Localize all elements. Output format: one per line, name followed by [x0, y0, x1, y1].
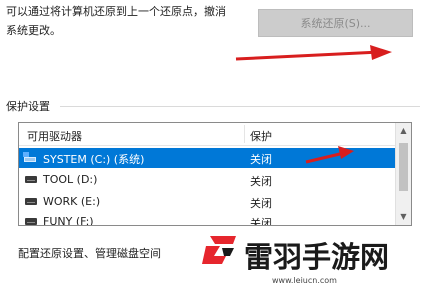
group-divider	[60, 106, 420, 107]
watermark-brand: 雷羽手游网	[244, 240, 390, 274]
drive-row-work[interactable]: WORK (E:) 关闭	[19, 192, 395, 212]
annotation-arrow-list	[305, 146, 354, 164]
drive-protection-status: 关闭	[250, 217, 272, 226]
drive-protection-status: 关闭	[250, 153, 272, 166]
system-drive-icon	[23, 152, 37, 163]
drive-protection-status: 关闭	[250, 175, 272, 188]
drive-icon	[25, 176, 37, 183]
column-header-protection[interactable]: 保护	[250, 128, 272, 144]
annotation-arrow-top	[235, 45, 392, 61]
drive-name: FUNY (F:)	[43, 215, 94, 226]
drive-icon	[25, 198, 37, 205]
drive-list[interactable]: 可用驱动器 保护 SYSTEM (C:) (系统) 关闭 TOOL (D:) 关…	[18, 122, 412, 226]
scroll-up-icon[interactable]: ▲	[396, 123, 411, 139]
drive-name: TOOL (D:)	[43, 173, 98, 186]
footer-description: 配置还原设置、管理磁盘空间	[18, 247, 161, 260]
watermark-url: www.leiucn.com	[272, 276, 337, 285]
column-divider[interactable]	[244, 125, 245, 143]
drive-name: WORK (E:)	[43, 195, 101, 208]
list-scrollbar[interactable]: ▲ ▼	[395, 123, 411, 225]
protection-settings-title: 保护设置	[6, 100, 50, 113]
scroll-down-icon[interactable]: ▼	[396, 209, 411, 225]
description-line-2: 系统更改。	[6, 24, 61, 37]
scroll-thumb[interactable]	[399, 143, 408, 191]
system-restore-button[interactable]: 系统还原(S)...	[258, 9, 413, 37]
drive-name: SYSTEM (C:) (系统)	[43, 153, 145, 166]
watermark-logo-icon	[202, 236, 236, 264]
column-header-drive[interactable]: 可用驱动器	[27, 128, 82, 144]
drive-row-tool[interactable]: TOOL (D:) 关闭	[19, 170, 395, 190]
drive-protection-status: 关闭	[250, 197, 272, 210]
drive-row-funy[interactable]: FUNY (F:) 关闭	[19, 212, 395, 226]
drive-icon	[25, 218, 37, 225]
description-line-1: 可以通过将计算机还原到上一个还原点，撤消	[6, 5, 226, 18]
